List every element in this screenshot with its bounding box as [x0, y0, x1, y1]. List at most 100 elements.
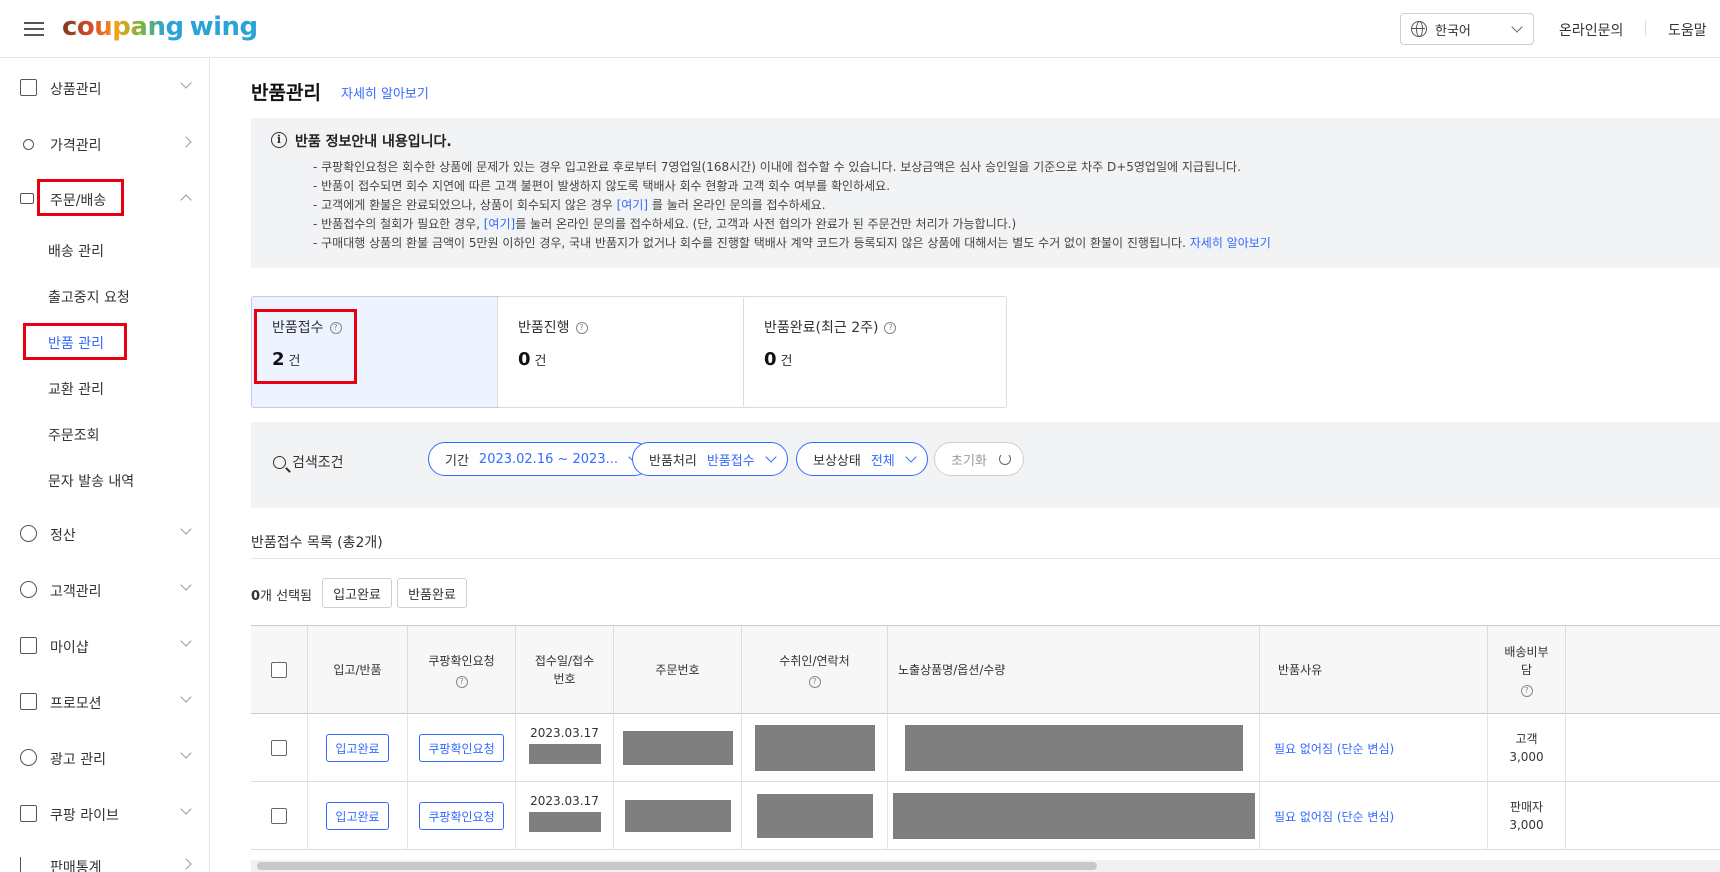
language-select[interactable]: 한국어 — [1400, 13, 1534, 45]
info-here-link[interactable]: [여기] — [617, 198, 648, 212]
sidebar-item-ads[interactable]: 광고 관리 — [0, 737, 210, 777]
return-reason[interactable]: 필요 없어짐 (단순 변심) — [1260, 782, 1488, 850]
sidebar-item-label: 쿠팡 라이브 — [50, 808, 119, 824]
globe-icon — [1411, 21, 1427, 37]
question-icon[interactable]: ? — [808, 676, 821, 688]
sidebar-item-orders[interactable]: 주문/배송 — [0, 178, 210, 218]
info-line: - 구매대행 상품의 환불 금액이 5만원 이하인 경우, 국내 반품지가 없거… — [313, 234, 1271, 251]
coupang-confirm-request-button[interactable]: 쿠팡확인요청 — [419, 734, 504, 762]
info-text: - 구매대행 상품의 환불 금액이 5만원 이하인 경우, 국내 반품지가 없거… — [313, 236, 1190, 250]
learn-more-link[interactable]: 자세히 알아보기 — [341, 83, 429, 102]
question-icon[interactable]: ? — [884, 322, 897, 334]
empty-cell — [1566, 714, 1720, 782]
header-cell: 입고/반품 — [308, 626, 408, 714]
filter-compensation-status[interactable]: 보상상태 전체 — [796, 442, 928, 476]
sidebar-item-pricing[interactable]: 가격관리 — [0, 123, 210, 163]
logo-text: coupang — [62, 12, 184, 42]
sidebar-item-label: 상품관리 — [50, 82, 102, 98]
redacted-receipt-number — [528, 744, 601, 764]
redacted-recipient — [756, 794, 873, 838]
shop-icon — [20, 637, 37, 654]
stat-label: 반품진행? — [518, 317, 588, 337]
shipping-fee-cell: 판매자 3,000 — [1488, 782, 1566, 850]
chevron-down-icon — [180, 77, 192, 89]
info-line: - 반품이 접수되면 회수 지연에 따른 고객 불편이 발생하지 않도록 택배사… — [313, 177, 890, 194]
header-cell: 주문번호 — [614, 626, 742, 714]
filter-name: 반품처리 — [649, 453, 697, 469]
sidebar-item-label: 프로모션 — [50, 696, 102, 712]
search-panel: 검색조건 기간 2023.02.16 ~ 2023... 반품처리 반품접수 보상상… — [251, 422, 1720, 508]
truck-icon — [20, 193, 34, 204]
sidebar-item-live[interactable]: 쿠팡 라이브 — [0, 793, 210, 833]
header-cell: 접수일/접수번호 — [516, 626, 614, 714]
search-label: 검색조건 — [273, 452, 344, 472]
row-checkbox[interactable] — [271, 740, 287, 756]
return-reason[interactable]: 필요 없어짐 (단순 변심) — [1260, 714, 1488, 782]
sidebar-item-label: 마이샵 — [50, 640, 89, 656]
sub-item-sms-history[interactable]: 문자 발송 내역 — [48, 471, 134, 491]
sidebar-item-products[interactable]: 상품관리 — [0, 67, 210, 107]
sidebar-item-label: 주문/배송 — [50, 193, 107, 209]
menu-icon[interactable] — [24, 22, 44, 36]
chevron-down-icon — [180, 523, 192, 535]
confirm-cell: 쿠팡확인요청 — [408, 714, 516, 782]
sub-item-exchange[interactable]: 교환 관리 — [48, 379, 104, 399]
filter-period[interactable]: 기간 2023.02.16 ~ 2023... — [428, 442, 651, 476]
returns-table: 입고/반품 쿠팡확인요청? 접수일/접수번호 주문번호 수취인/연락처? 노출상… — [251, 625, 1720, 872]
info-line: - 반품접수의 철회가 필요한 경우, [여기]를 눌러 온라인 문의를 접수하… — [313, 215, 1016, 232]
reset-button[interactable]: 초기화 — [934, 442, 1024, 476]
info-icon: i — [271, 132, 287, 148]
info-line: - 쿠팡확인요청은 회수한 상품에 문제가 있는 경우 입고완료 후로부터 7영… — [313, 158, 1241, 175]
date-cell: 2023.03.17 — [516, 714, 614, 782]
sub-item-shipping[interactable]: 배송 관리 — [48, 241, 104, 261]
stat-card-received[interactable]: 반품접수? 2건 — [251, 296, 515, 408]
receipt-date: 2023.03.17 — [530, 794, 599, 808]
chevron-down-icon — [1511, 21, 1523, 33]
stat-unit: 건 — [288, 354, 301, 369]
stat-card-completed[interactable]: 반품완료(최근 2주)? 0건 — [743, 296, 1007, 408]
redacted-receipt-number — [528, 812, 601, 832]
sidebar: 상품관리 가격관리 주문/배송 배송 관리 출고중지 요청 반품 관리 교환 관… — [0, 58, 210, 872]
sidebar-item-promotion[interactable]: 프로모션 — [0, 681, 210, 721]
stat-label: 반품접수? — [272, 317, 342, 337]
live-icon — [20, 805, 37, 822]
chevron-up-icon — [180, 194, 192, 206]
help-link[interactable]: 도움말 — [1668, 20, 1707, 40]
sub-item-stop-release[interactable]: 출고중지 요청 — [48, 287, 130, 307]
info-text: 를 눌러 온라인 문의를 접수하세요. (단, 고객과 사전 협의가 완료가 된… — [515, 217, 1017, 231]
info-here-link[interactable]: [여기] — [484, 217, 515, 231]
header-cell: 배송비부담? — [1488, 626, 1566, 714]
sidebar-item-myshop[interactable]: 마이샵 — [0, 625, 210, 665]
info-text: 를 눌러 온라인 문의를 접수하세요. — [648, 198, 826, 212]
question-icon[interactable]: ? — [329, 322, 342, 334]
coupang-wing-logo[interactable]: coupang wing — [62, 12, 258, 42]
filter-return-status[interactable]: 반품처리 반품접수 — [632, 442, 788, 476]
sidebar-item-settlement[interactable]: 정산 — [0, 513, 210, 553]
receive-complete-button[interactable]: 입고완료 — [326, 802, 389, 830]
scrollbar-thumb[interactable] — [257, 862, 1097, 870]
select-all-checkbox[interactable] — [271, 662, 287, 678]
chevron-down-icon — [180, 635, 192, 647]
stat-count: 0건 — [518, 349, 547, 370]
redacted-order-number — [622, 731, 733, 765]
sidebar-item-customers[interactable]: 고객관리 — [0, 569, 210, 609]
sidebar-item-stats[interactable]: 판매통계 — [0, 845, 210, 872]
question-icon[interactable]: ? — [1520, 685, 1533, 697]
bulk-return-complete-button[interactable]: 반품완료 — [397, 578, 467, 608]
sub-item-order-lookup[interactable]: 주문조회 — [48, 425, 100, 445]
row-checkbox[interactable] — [271, 808, 287, 824]
question-icon[interactable]: ? — [455, 676, 468, 688]
info-learn-more-link[interactable]: 자세히 알아보기 — [1190, 236, 1271, 250]
receive-complete-button[interactable]: 입고완료 — [326, 734, 389, 762]
online-inquiry-link[interactable]: 온라인문의 — [1559, 20, 1623, 40]
header-checkbox-cell — [251, 626, 308, 714]
sidebar-item-label: 가격관리 — [50, 138, 102, 154]
bulk-received-button[interactable]: 입고완료 — [322, 578, 392, 608]
info-title: 반품 정보안내 내용입니다. — [295, 134, 452, 150]
filter-name: 기간 — [445, 453, 469, 469]
stat-card-in-progress[interactable]: 반품진행? 0건 — [497, 296, 761, 408]
horizontal-scrollbar[interactable] — [251, 860, 1720, 872]
coupang-confirm-request-button[interactable]: 쿠팡확인요청 — [419, 802, 504, 830]
sub-item-returns[interactable]: 반품 관리 — [48, 333, 104, 353]
question-icon[interactable]: ? — [575, 322, 588, 334]
